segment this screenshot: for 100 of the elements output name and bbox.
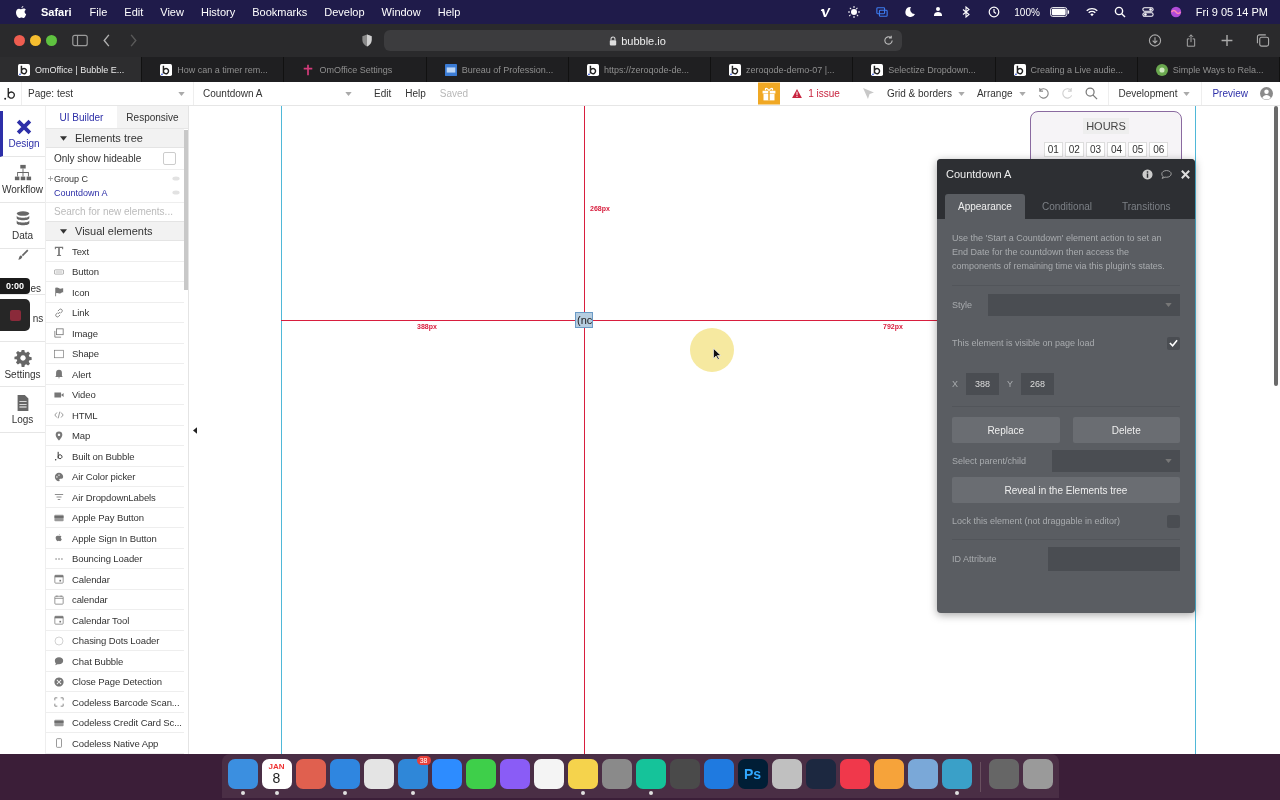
element-list-item[interactable]: Codeless Barcode Scan... (46, 692, 184, 713)
dock-app[interactable]: JAN 8 (261, 759, 292, 789)
element-list-item[interactable]: Apple Pay Button (46, 508, 184, 529)
app-menu[interactable]: Safari (41, 6, 72, 18)
rail-tab[interactable]: Data (0, 203, 45, 249)
screens-icon[interactable] (876, 6, 889, 18)
siri-icon[interactable] (1169, 6, 1182, 18)
download-icon[interactable] (1148, 34, 1162, 47)
element-list-item[interactable]: Codeless Native App (46, 733, 184, 754)
panel-tab[interactable]: Appearance (945, 194, 1025, 219)
element-list-item[interactable]: Link (46, 303, 184, 324)
selected-element[interactable]: (nc (575, 312, 593, 328)
rail-tab[interactable]: Logs (0, 387, 45, 433)
menu-item[interactable]: View (160, 6, 184, 18)
comment-icon[interactable] (1161, 168, 1172, 180)
dock-app[interactable] (907, 759, 938, 789)
element-list-item[interactable]: Calendar Tool (46, 610, 184, 631)
element-list-item[interactable]: Alert (46, 364, 184, 385)
menu-item[interactable]: Window (381, 6, 421, 18)
dock-app[interactable] (533, 759, 564, 789)
moon-icon[interactable] (904, 6, 917, 18)
element-list-item[interactable]: Apple Sign In Button (46, 528, 184, 549)
collapse-arrow-icon[interactable] (193, 426, 197, 434)
element-list-item[interactable]: Shape (46, 344, 184, 365)
checkbox[interactable] (1167, 336, 1180, 350)
reload-icon[interactable] (883, 35, 894, 46)
element-list-item[interactable]: Map (46, 426, 184, 447)
element-list-item[interactable]: Close Page Detection (46, 672, 184, 693)
avatar-icon[interactable] (1260, 87, 1273, 100)
dock-app[interactable] (363, 759, 394, 789)
person-icon[interactable] (932, 6, 945, 18)
x-field[interactable]: 388 (966, 373, 999, 395)
grid-borders-dropdown[interactable]: Grid & borders (886, 88, 965, 99)
dock-app[interactable] (635, 759, 666, 789)
tree-item[interactable]: Countdown A (46, 185, 184, 200)
dock-app[interactable] (465, 759, 496, 789)
menu-item[interactable]: Bookmarks (252, 6, 308, 18)
element-list-item[interactable]: Air Color picker (46, 467, 184, 488)
arrange-dropdown[interactable]: Arrange (976, 88, 1026, 99)
shield-icon[interactable] (360, 34, 374, 47)
vimeo-icon[interactable] (820, 6, 833, 18)
scrollbar[interactable] (1274, 106, 1278, 386)
new-tab-icon[interactable] (1220, 34, 1234, 47)
y-field[interactable]: 268 (1021, 373, 1055, 395)
visual-elements-header[interactable]: Visual elements (46, 222, 184, 242)
menu-item[interactable]: History (200, 6, 236, 18)
address-bar[interactable]: bubble.io (384, 30, 902, 51)
search-icon[interactable] (1113, 6, 1126, 18)
element-list-item[interactable]: Chat Bubble (46, 651, 184, 672)
browser-tab[interactable]: OmOffice | Bubble E... (0, 57, 143, 82)
zoom-window-button[interactable] (46, 35, 57, 46)
element-list-item[interactable]: Chasing Dots Loader (46, 631, 184, 652)
tree-item[interactable]: Group C (46, 171, 184, 186)
menu-bar-clock[interactable]: Fri 9 05 14 PM (1195, 6, 1268, 18)
element-list-item[interactable]: Calendar (46, 569, 184, 590)
editor-menu-item[interactable]: Edit (374, 88, 392, 99)
dock-app[interactable]: Ps (737, 759, 768, 789)
minimize-window-button[interactable] (30, 35, 41, 46)
element-dropdown[interactable]: Countdown A (193, 82, 360, 105)
menu-item[interactable]: File (89, 6, 108, 18)
panel-button[interactable]: Delete (1072, 417, 1180, 443)
menu-item[interactable]: Edit (124, 6, 144, 18)
checkbox[interactable] (163, 152, 176, 166)
element-list-item[interactable]: calendar (46, 590, 184, 611)
undo-icon[interactable] (1036, 87, 1050, 100)
info-icon[interactable] (1142, 168, 1153, 180)
page-dropdown[interactable]: Page: test (21, 82, 193, 105)
bluetooth-icon[interactable] (960, 6, 973, 18)
clock-icon[interactable] (988, 6, 1001, 18)
battery-icon[interactable] (1049, 6, 1070, 18)
rail-tab[interactable]: Workflow (0, 157, 45, 203)
sidebar-icon[interactable] (72, 34, 88, 47)
menu-item[interactable]: Develop (324, 6, 365, 18)
menu-item[interactable]: Help (437, 6, 461, 18)
issues-button[interactable]: 1 issue (792, 88, 840, 99)
editor-menu-item[interactable]: Help (405, 88, 426, 99)
rail-tab[interactable]: Settings (0, 341, 45, 387)
rail-tab[interactable]: ns (31, 295, 45, 341)
control-center-icon[interactable] (1141, 6, 1154, 18)
reveal-button[interactable]: Reveal in the Elements tree (952, 477, 1180, 503)
tab-overview-icon[interactable] (1256, 34, 1270, 47)
close-window-button[interactable] (14, 35, 25, 46)
sun-icon[interactable] (848, 6, 861, 18)
element-list-item[interactable]: Built on Bubble (46, 446, 184, 467)
bubble-logo-icon[interactable] (3, 86, 17, 101)
preview-link[interactable]: Preview (1201, 82, 1248, 105)
panel-tab[interactable]: Responsive (117, 106, 188, 129)
scrollbar[interactable] (184, 130, 188, 290)
close-icon[interactable] (1180, 168, 1191, 180)
element-list-item[interactable]: Icon (46, 282, 184, 303)
element-list-item[interactable]: Image (46, 323, 184, 344)
version-dropdown[interactable]: Development (1107, 82, 1191, 105)
panel-button[interactable]: Replace (952, 417, 1060, 443)
dock-app[interactable] (567, 759, 598, 789)
dock-app[interactable] (771, 759, 802, 789)
element-list-item[interactable]: Air DropdownLabels (46, 487, 184, 508)
dock-app[interactable] (873, 759, 904, 789)
wifi-icon[interactable] (1085, 6, 1098, 18)
share-icon[interactable] (1184, 34, 1198, 47)
apple-icon[interactable] (16, 5, 27, 19)
